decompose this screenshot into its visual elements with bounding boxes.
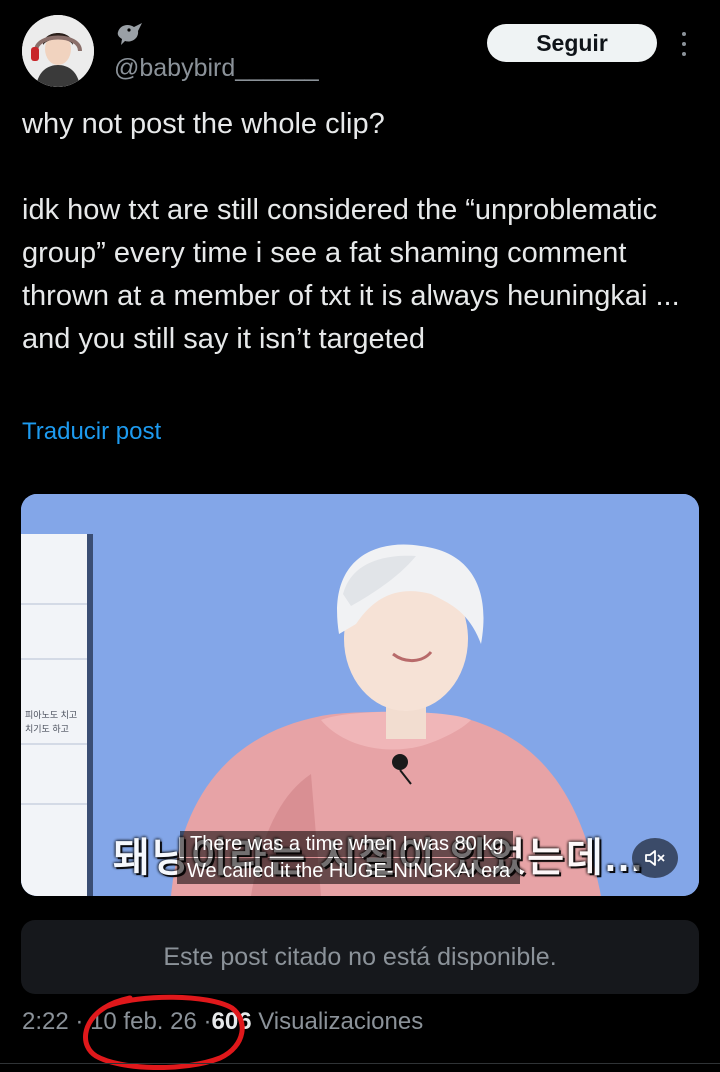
avatar[interactable] [22, 15, 94, 87]
unmute-button[interactable] [632, 838, 678, 878]
views-label: Visualizaciones [258, 1008, 424, 1035]
follow-button[interactable]: Seguir [487, 24, 657, 62]
post-metadata: 2:22 · 10 feb. 26 ·606 Visualizaciones [22, 1008, 423, 1036]
quoted-post-unavailable: Este post citado no está disponible. [21, 920, 699, 994]
bird-emoji-icon [114, 20, 146, 46]
user-handle[interactable]: @babybird______ [114, 54, 319, 83]
subtitle-line-1: There was a time when I was 80 kg [180, 831, 514, 857]
background-sign: 피아노도 치고 치기도 하고 [25, 710, 78, 734]
tweet-text: why not post the whole clip? idk how txt… [22, 108, 680, 355]
speaker-muted-icon [645, 850, 665, 866]
quoted-post-text: Este post citado no está disponible. [163, 942, 557, 971]
divider [0, 1063, 720, 1064]
avatar-photo [22, 15, 94, 87]
subtitle-line-2: We called it the HUGE-NINGKAI era [177, 858, 521, 884]
views-count: 606 [211, 1008, 252, 1035]
more-vertical-icon[interactable] [680, 32, 688, 56]
separator: · [203, 1008, 212, 1035]
post-time[interactable]: 2:22 [22, 1008, 69, 1035]
post-date[interactable]: 10 feb. 26 [90, 1008, 197, 1035]
translate-post-link[interactable]: Traducir post [22, 418, 161, 446]
separator: · [75, 1008, 84, 1035]
